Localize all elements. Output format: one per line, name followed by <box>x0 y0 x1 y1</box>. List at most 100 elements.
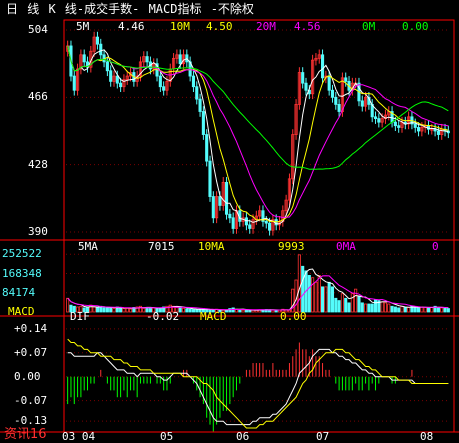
volume-bar <box>370 303 374 313</box>
info-label[interactable]: 资讯16 <box>4 428 47 442</box>
volume-bar <box>320 286 325 313</box>
volume-bar <box>66 297 70 313</box>
volume-bar <box>95 307 100 313</box>
volume-bar <box>430 307 434 313</box>
x-tick-label: 07 <box>316 430 330 443</box>
candle-body <box>105 61 109 72</box>
stock-chart[interactable] <box>0 0 459 443</box>
volume-bar <box>364 303 368 313</box>
volume-bar <box>387 303 391 313</box>
volume-bar <box>337 300 341 313</box>
candle-body <box>211 196 215 219</box>
candle-body <box>330 89 335 98</box>
volume-bar <box>324 286 328 313</box>
volume-bar <box>195 309 199 313</box>
volume-bar <box>128 308 133 313</box>
volume-bar <box>125 307 129 313</box>
candle-body <box>360 100 364 107</box>
candle-body <box>72 75 76 91</box>
legend-item: 4.50 <box>206 20 233 33</box>
y-tick-label: -0.13 <box>14 414 48 428</box>
y-tick-label: 168348 <box>2 266 42 280</box>
y-tick-label: 504 <box>28 23 48 36</box>
candle-body <box>327 75 331 91</box>
legend-item: 10MA <box>198 240 225 253</box>
volume-bar <box>181 307 186 313</box>
y-tick-label: +0.14 <box>14 321 48 335</box>
candle-body <box>109 70 113 82</box>
candle-body <box>244 217 248 226</box>
volume-bar <box>350 293 354 313</box>
ma5-line <box>67 45 449 225</box>
volume-bar <box>102 307 106 313</box>
candle-body <box>264 220 268 224</box>
volume-bar <box>327 281 331 313</box>
legend-item: 0M <box>362 20 376 33</box>
volume-bar <box>440 307 444 313</box>
candle-body <box>82 54 86 63</box>
volume-bar <box>191 309 196 313</box>
candle-body <box>178 54 182 65</box>
chart-title: 日 线 K 线-成交手数- MACD指标 -不除权 <box>6 2 254 16</box>
y-tick-label: -0.07 <box>14 393 48 407</box>
volume-bar <box>407 307 411 313</box>
candle-body <box>228 213 232 219</box>
volume-bar <box>423 307 427 313</box>
y-tick-label: 466 <box>28 90 48 104</box>
volume-bar <box>393 306 397 313</box>
volume-bar <box>122 308 126 313</box>
legend-item: 0MA <box>336 240 356 253</box>
candle-body <box>224 181 229 215</box>
volume-bar <box>354 288 358 313</box>
volume-bar <box>241 309 245 313</box>
candle-body <box>162 86 166 91</box>
legend-item: 4.46 <box>118 20 145 33</box>
volume-bar <box>360 302 364 313</box>
candle-body <box>304 82 308 91</box>
y-tick-label: 390 <box>28 225 48 238</box>
volume-bar <box>307 275 311 313</box>
volume-bar <box>314 281 318 313</box>
volume-bar <box>426 307 431 313</box>
legend-item: 0 <box>432 240 439 253</box>
volume-bar <box>317 275 321 313</box>
candle-body <box>99 43 103 56</box>
y-tick-label: 428 <box>28 157 48 171</box>
volume-bar <box>311 277 315 313</box>
candle-body <box>344 77 348 82</box>
candle-body <box>268 222 272 231</box>
legend-item: 5MA <box>78 240 98 253</box>
legend-item: MACD <box>200 310 227 323</box>
candle-body <box>248 224 252 229</box>
volume-bar <box>446 308 450 313</box>
volume-bar <box>403 307 407 313</box>
legend-item: 0.00 <box>402 20 429 33</box>
candle-body <box>301 72 305 84</box>
volume-bar <box>274 309 278 313</box>
candle-body <box>145 56 149 63</box>
candle-body <box>436 130 440 135</box>
volume-bar <box>390 305 394 313</box>
candle-body <box>413 123 417 128</box>
candle-body <box>198 98 202 112</box>
y-tick-label: 84174 <box>2 285 36 299</box>
candle-body <box>95 36 100 45</box>
legend-item: 10M <box>170 20 190 33</box>
volume-bar <box>400 305 404 313</box>
y-tick-label: 0.00 <box>14 369 41 383</box>
candle-body <box>416 127 421 132</box>
legend-item: 9993 <box>278 240 305 253</box>
ma60-line <box>67 45 449 170</box>
volume-bar <box>344 297 348 313</box>
volume-bar <box>347 302 351 313</box>
legend-item: DIF <box>70 310 90 323</box>
legend-item: 20M <box>256 20 276 33</box>
volume-bar <box>185 308 189 313</box>
volume-bar <box>297 254 301 313</box>
volume-bar <box>416 307 421 313</box>
candle-body <box>393 121 397 127</box>
volume-bar <box>109 307 113 313</box>
candle-body <box>119 82 123 88</box>
chart-title-bar: 日 线 K 线-成交手数- MACD指标 -不除权 <box>0 0 459 18</box>
candle-body <box>320 54 325 79</box>
